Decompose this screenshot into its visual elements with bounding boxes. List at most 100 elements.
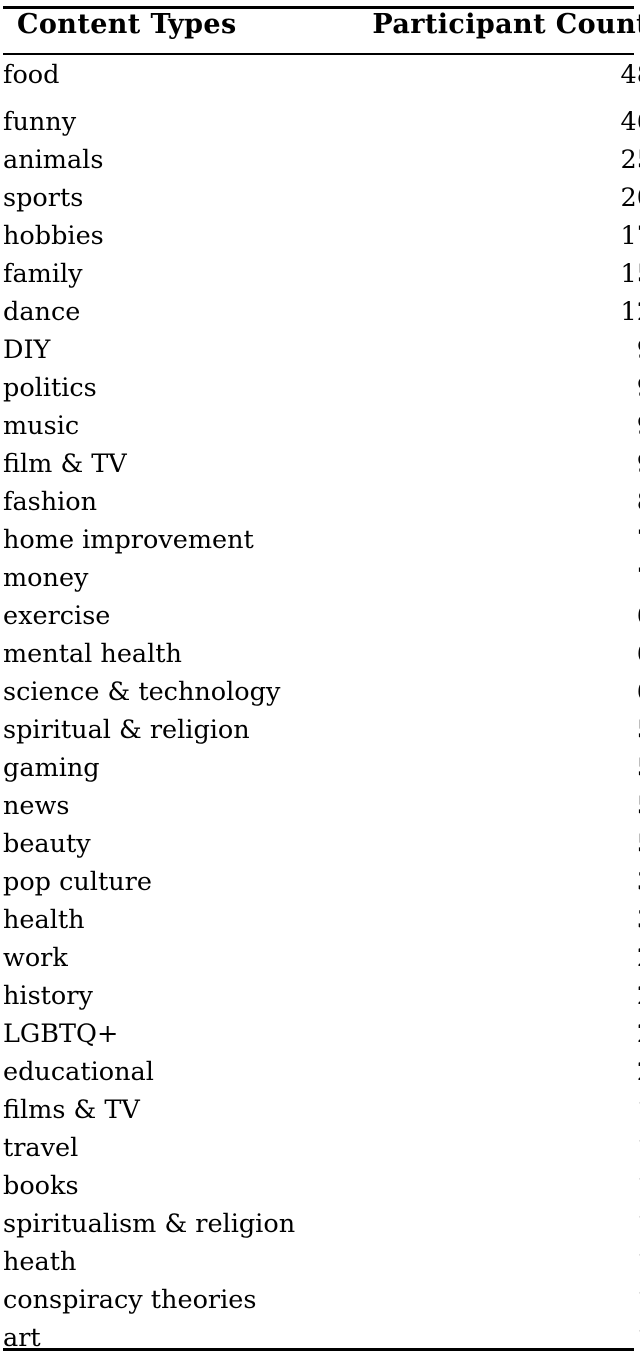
cell-content-type: home improvement (3, 525, 254, 555)
cell-content-type: gaming (3, 753, 100, 783)
cell-content-type: history (3, 981, 93, 1011)
column-header-content-types: Content Types (17, 9, 237, 40)
cell-content-type: science & technology (3, 677, 281, 707)
cell-participant-count: 9 (347, 369, 640, 407)
cell-participant-count: 5 (347, 825, 640, 863)
cell-participant-count: 6 (347, 673, 640, 711)
table-body: food48funny46animals25sports20hobbies17f… (3, 47, 640, 1369)
table-row: science & technology 6 (3, 673, 640, 711)
table-header: Content Types Participant Count (3, 3, 640, 47)
table-row: LGBTQ+ 2 (3, 1015, 640, 1053)
cell-content-type: animals (3, 145, 104, 175)
cell-content-type: fashion (3, 487, 98, 517)
table-row: educational 2 (3, 1053, 640, 1091)
cell-participant-count: 2 (347, 1015, 640, 1053)
table-row: history 2 (3, 977, 640, 1015)
table-row: heath 1 (3, 1243, 640, 1281)
cell-participant-count: 6 (347, 635, 640, 673)
table-row: spiritualism & religion 1 (3, 1205, 640, 1243)
cell-content-type: food (3, 60, 60, 90)
table-row: work 2 (3, 939, 640, 977)
table-row: food 48 (3, 47, 640, 103)
table-bottomrule (3, 1348, 634, 1351)
cell-content-type: dance (3, 297, 81, 327)
cell-participant-count: 2 (347, 977, 640, 1015)
table-row: news 5 (3, 787, 640, 825)
table-row: beauty 5 (3, 825, 640, 863)
cell-participant-count: 5 (347, 711, 640, 749)
table-row: film & TV 9 (3, 445, 640, 483)
cell-participant-count: 12 (620, 297, 640, 327)
cell-content-type: funny (3, 107, 77, 137)
cell-content-type: books (3, 1171, 79, 1201)
table-row: books 1 (3, 1167, 640, 1205)
cell-participant-count: 1 (347, 1243, 640, 1281)
cell-content-type: heath (3, 1247, 77, 1277)
cell-content-type: family (3, 259, 83, 289)
table-container: Content Types Participant Count food 48 fu… (0, 3, 640, 1357)
cell-content-type: mental health (3, 639, 182, 669)
cell-content-type: spiritualism & religion (3, 1209, 296, 1239)
cell-content-type: conspiracy theories (3, 1285, 257, 1315)
cell-content-type: news (3, 791, 70, 821)
cell-participant-count: 9 (347, 407, 640, 445)
cell-participant-count: 1 (347, 1129, 640, 1167)
content-types-table: Content Types Participant Count food 48 fu… (3, 3, 640, 1369)
cell-participant-count: 17 (620, 221, 640, 251)
cell-participant-count: 7 (347, 521, 640, 559)
table-row: DIY 9 (3, 331, 640, 369)
cell-participant-count: 1 (347, 1167, 640, 1205)
cell-content-type: educational (3, 1057, 154, 1087)
cell-content-type: travel (3, 1133, 79, 1163)
cell-participant-count: 48 (620, 60, 640, 90)
table-row: music 9 (3, 407, 640, 445)
cell-content-type: LGBTQ+ (3, 1019, 119, 1049)
cell-participant-count: 25 (620, 145, 640, 175)
cell-content-type: sports (3, 183, 84, 213)
cell-participant-count: 5 (347, 749, 640, 787)
table-row: home improvement 7 (3, 521, 640, 559)
table-row: sports 20 (3, 179, 640, 217)
table-row: money 7 (3, 559, 640, 597)
cell-content-type: DIY (3, 335, 51, 365)
cell-content-type: films & TV (3, 1095, 140, 1125)
cell-participant-count: 8 (347, 483, 640, 521)
table-row: family 15 (3, 255, 640, 293)
table-row: funny 46 (3, 103, 640, 141)
cell-participant-count: 7 (347, 559, 640, 597)
table-row: fashion 8 (3, 483, 640, 521)
table-row: films & TV 1 (3, 1091, 640, 1129)
cell-participant-count: 9 (347, 445, 640, 483)
table-row: hobbies 17 (3, 217, 640, 255)
cell-participant-count: 3 (347, 863, 640, 901)
cell-participant-count: 9 (347, 331, 640, 369)
table-row: mental health 6 (3, 635, 640, 673)
table-row: spiritual & religion 5 (3, 711, 640, 749)
cell-content-type: art (3, 1323, 41, 1353)
cell-participant-count: 5 (347, 787, 640, 825)
table-row: health 3 (3, 901, 640, 939)
cell-participant-count: 20 (620, 183, 640, 213)
cell-content-type: work (3, 943, 68, 973)
table-midrule (3, 53, 634, 55)
cell-content-type: pop culture (3, 867, 152, 897)
cell-participant-count: 15 (620, 259, 640, 289)
cell-participant-count: 1 (347, 1091, 640, 1129)
table-toprule (3, 6, 634, 9)
table-header-row: Content Types Participant Count (3, 3, 640, 47)
table-row: exercise 6 (3, 597, 640, 635)
cell-participant-count: 2 (347, 1053, 640, 1091)
cell-participant-count: 6 (347, 597, 640, 635)
table-row: politics 9 (3, 369, 640, 407)
cell-content-type: politics (3, 373, 97, 403)
table-row: animals 25 (3, 141, 640, 179)
cell-content-type: spiritual & religion (3, 715, 250, 745)
cell-participant-count: 2 (347, 939, 640, 977)
cell-content-type: music (3, 411, 80, 441)
table-row: travel 1 (3, 1129, 640, 1167)
column-header-participant-count: Participant Count (372, 9, 640, 40)
cell-content-type: health (3, 905, 85, 935)
table-row: pop culture 3 (3, 863, 640, 901)
cell-participant-count: 3 (347, 901, 640, 939)
cell-participant-count: 1 (347, 1281, 640, 1319)
